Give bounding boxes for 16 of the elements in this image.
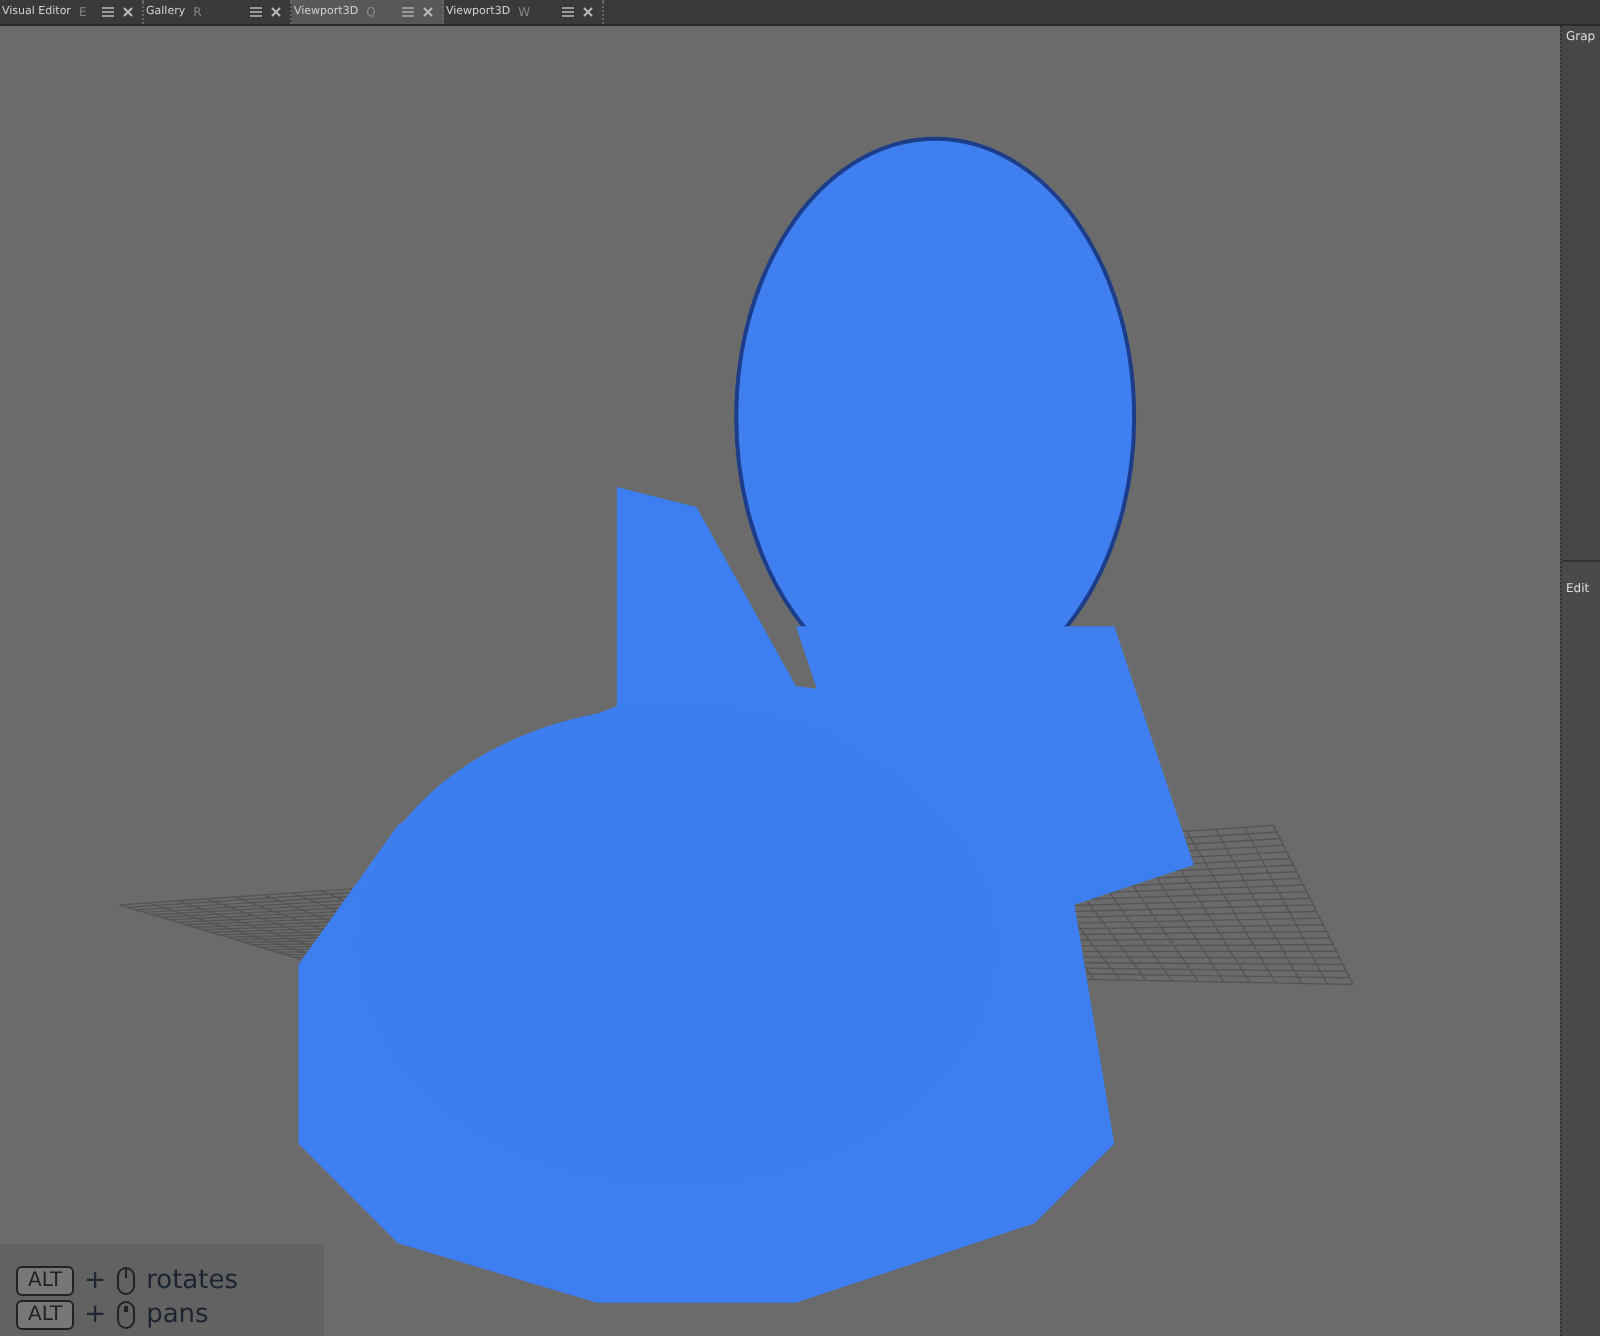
plus-sign: + [84,1266,107,1296]
plus-sign: + [84,1300,107,1330]
hint-text: pans [146,1300,209,1330]
menu-icon[interactable] [402,6,414,18]
mouse-icon [116,1300,137,1330]
menu-icon[interactable] [562,6,574,18]
key-cap: ALT [16,1300,75,1330]
close-icon[interactable] [270,6,282,18]
mouse-icon [116,1266,137,1296]
menu-icon[interactable] [250,6,262,18]
close-icon[interactable] [422,6,434,18]
close-icon[interactable] [122,6,134,18]
close-icon[interactable] [582,6,594,18]
hint-text: rotates [146,1266,239,1296]
key-cap: ALT [16,1266,75,1296]
menu-icon[interactable] [102,6,114,18]
